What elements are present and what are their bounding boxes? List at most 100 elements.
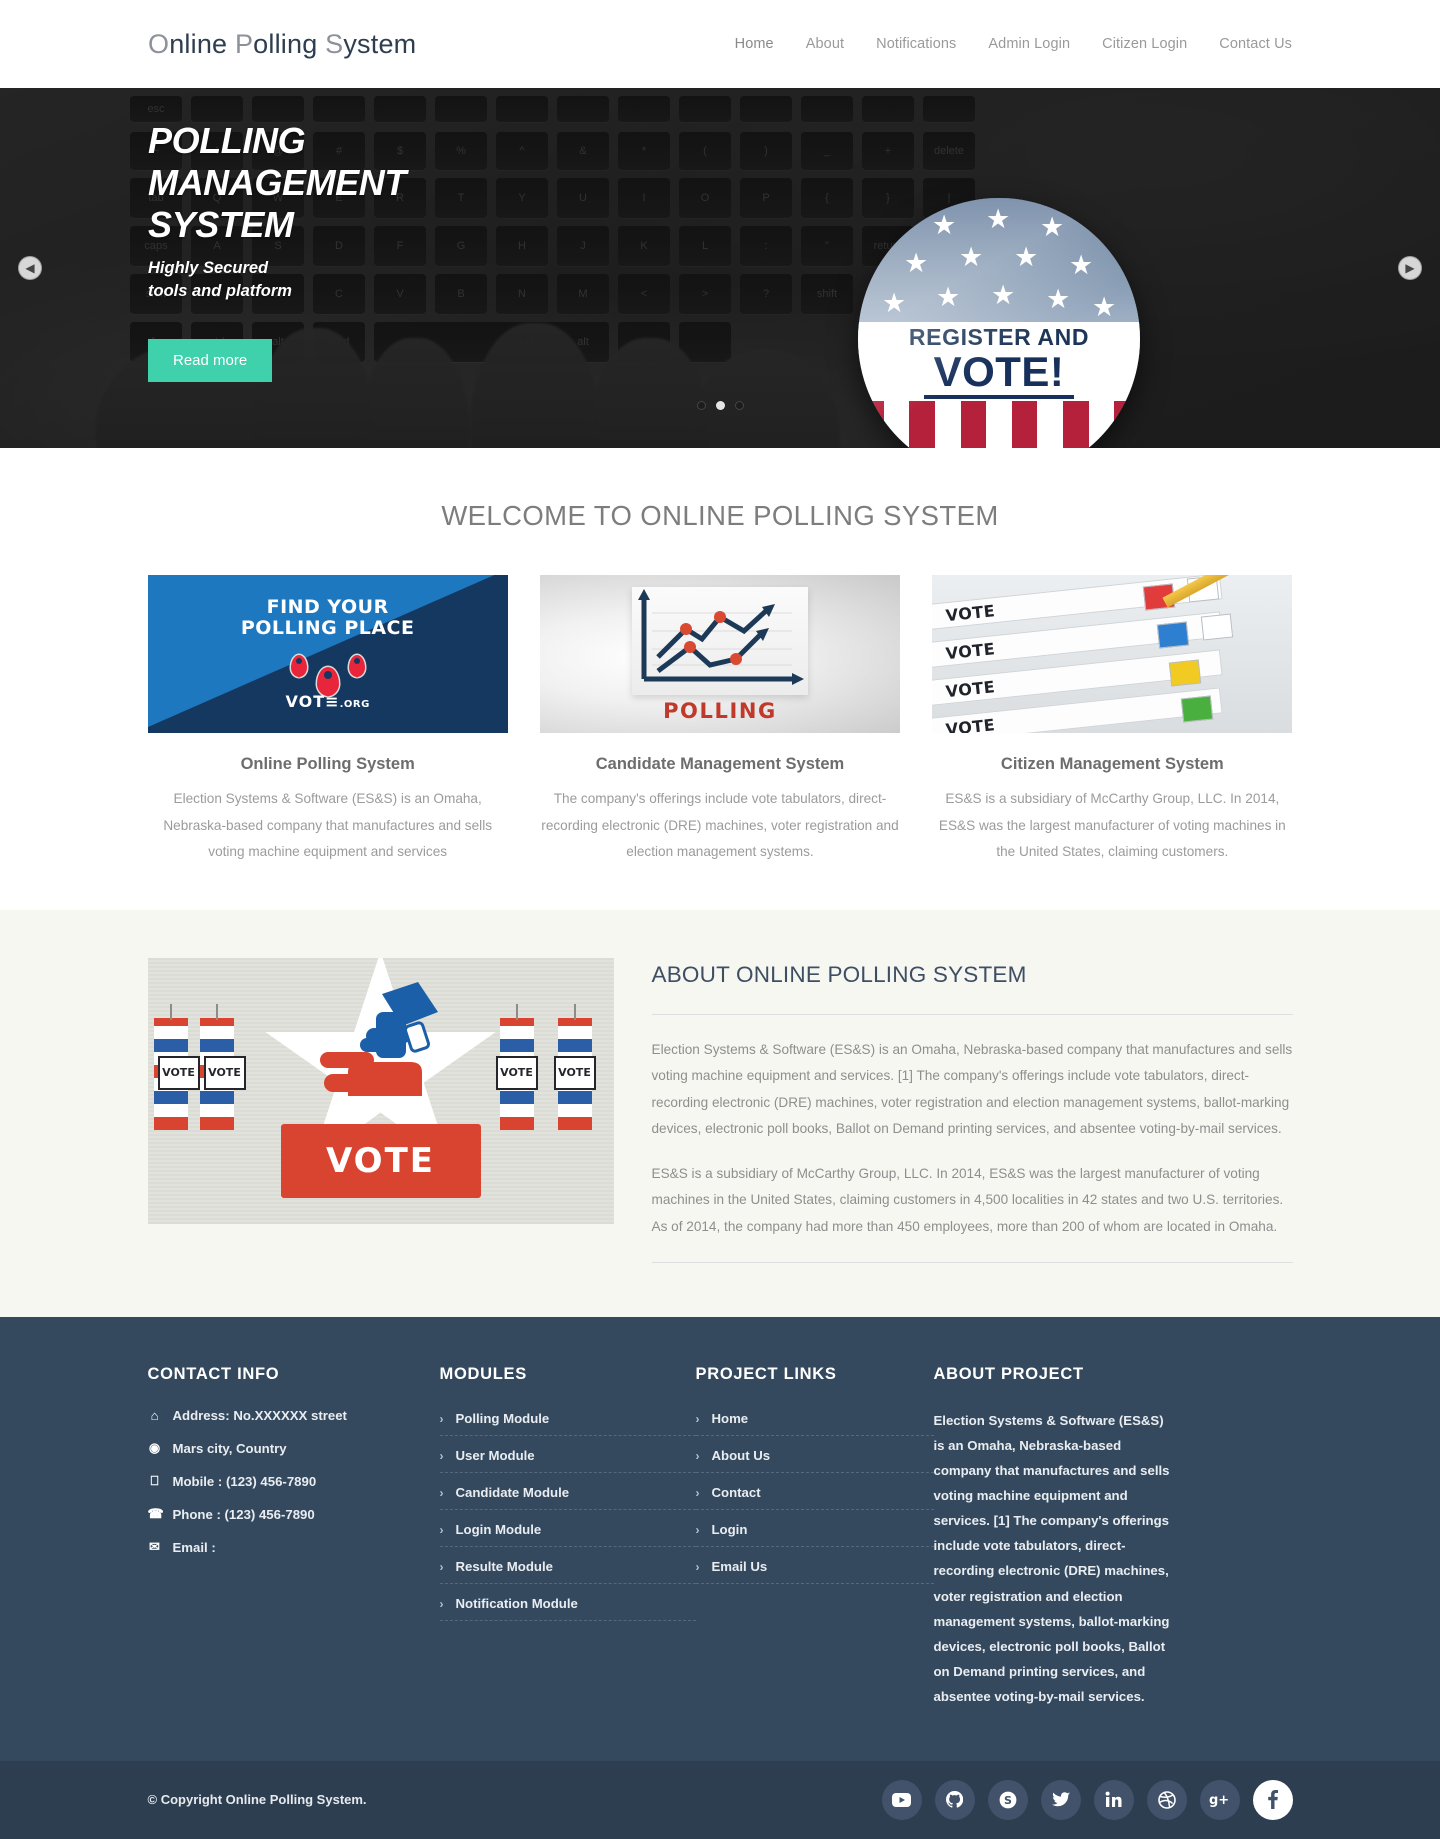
contact-mobile: ⎕ Mobile : (123) 456-7890 [148,1473,440,1489]
nav-item-home[interactable]: Home [735,36,774,52]
footer-project-links: PROJECT LINKS › Home › About Us › Contact ›… [695,1365,934,1709]
footer-link-notification-module[interactable]: › Notification Module [440,1593,696,1620]
about-section: VOTE VOTE VOTE VOTE VOTE ABOUT ONLINE PO… [0,909,1440,1317]
ballot-row-label: VOTE [944,676,997,701]
logo-part-p: P [234,28,254,59]
googleplus-icon[interactable]: g+ [1199,1779,1240,1820]
footer-link-candidate-module[interactable]: › Candidate Module [440,1482,696,1509]
carousel-dot-1[interactable] [696,401,706,410]
logo-part-nline: nline [169,28,235,59]
star-icon: ★ [882,288,907,318]
footer-link-label: Candidate Module [455,1485,570,1500]
card1-brand-suffix: .ORG [339,699,370,710]
chevron-right-icon: › [695,1559,700,1574]
site-header: Online Polling System Home About Notific… [0,0,1440,88]
svg-text:g+: g+ [1209,1793,1229,1807]
nav-item-admin-login[interactable]: Admin Login [988,36,1070,52]
footer-link-email-us[interactable]: › Email Us [696,1556,934,1583]
footer-project-links-heading: PROJECT LINKS [695,1365,837,1383]
badge-text-band: REGISTER AND VOTE! [858,322,1140,402]
card-image-find-your-polling-place: FIND YOUR POLLING PLACE VOT≡.ORG [147,575,508,733]
footer-about-text: Election Systems & Software (ES&S) is an… [933,1413,1170,1704]
about-illustration: VOTE VOTE VOTE VOTE VOTE [147,957,614,1224]
envelope-icon: ✉ [149,1539,160,1554]
footer-link-contact[interactable]: › Contact [696,1482,934,1509]
nav-item-notifications[interactable]: Notifications [876,36,956,52]
hero-subtitle-line-2: tools and platform [148,282,292,301]
carousel-prev-button[interactable]: ◀ [18,256,42,280]
main-navigation: Home About Notifications Admin Login Cit… [735,36,1292,52]
star-icon: ★ [1092,292,1117,322]
chevron-right-icon: › [439,1559,444,1574]
feature-card-online-polling-system[interactable]: FIND YOUR POLLING PLACE VOT≡.ORG Online … [147,575,508,866]
hero-text-block: POLLING MANAGEMENT SYSTEM Highly Secured… [0,88,1440,382]
twitter-icon[interactable] [1040,1779,1081,1820]
card2-caption: POLLING [663,699,777,723]
read-more-button[interactable]: Read more [148,338,273,382]
register-and-vote-badge: ★ ★ ★ ★ ★ ★ ★ ★ ★ ★ ★ ★ REGISTER AND VOT… [858,198,1140,448]
footer-link-polling-module[interactable]: › Polling Module [440,1408,696,1435]
youtube-icon[interactable] [881,1779,922,1820]
chevron-right-icon: › [439,1596,444,1611]
hero-title-line-1: POLLING [148,120,306,161]
contact-email-label: Email : [172,1539,216,1555]
hero-subtitle-line-1: Highly Secured [148,259,269,278]
vote-card: VOTE [157,1055,200,1090]
footer-about-heading: ABOUT PROJECT [933,1365,1084,1383]
footer-link-home[interactable]: › Home [696,1408,934,1435]
badge-line-1: REGISTER AND [908,324,1090,351]
linkedin-icon[interactable] [1093,1779,1134,1820]
carousel-next-button[interactable]: ▶ [1398,256,1422,280]
about-big-vote-label: VOTE [280,1123,481,1198]
page-root: Online Polling System Home About Notific… [0,0,1440,1839]
footer-link-resulte-module[interactable]: › Resulte Module [440,1556,696,1583]
card-image-ballot: VOTE VOTE VOTE VOTE [932,575,1293,733]
ballot-row-label: VOTE [944,600,997,625]
contact-mobile-label: Mobile : (123) 456-7890 [172,1473,317,1489]
list-item: › Candidate Module [439,1482,696,1510]
carousel-dot-2[interactable] [715,401,725,410]
contact-city-label: Mars city, Country [172,1440,287,1456]
footer-link-login[interactable]: › Login [696,1519,934,1546]
svg-text:S: S [1004,1794,1012,1807]
nav-item-about[interactable]: About [806,36,844,52]
star-icon: ★ [959,242,984,272]
map-pin-icon [348,655,365,677]
footer-contact-info: CONTACT INFO ⌂ Address: No.XXXXXX street… [148,1365,440,1709]
nav-item-citizen-login[interactable]: Citizen Login [1102,36,1187,52]
about-paragraph-1: Election Systems & Software (ES&S) is an… [651,1041,1293,1137]
feature-card-citizen-management-system[interactable]: VOTE VOTE VOTE VOTE Citizen Management S… [932,575,1293,866]
github-icon[interactable] [934,1779,975,1820]
badge-stars-field: ★ ★ ★ ★ ★ ★ ★ ★ ★ ★ ★ ★ [858,198,1140,323]
footer-link-user-module[interactable]: › User Module [440,1445,696,1472]
hero-title-line-2: MANAGEMENT [148,161,406,203]
card-image-polling-chart: POLLING [539,575,901,733]
footer-bottom-bar: © Copyright Online Polling System. S g+ [0,1760,1440,1839]
footer-link-label: Resulte Module [455,1559,553,1574]
skype-icon[interactable]: S [987,1779,1028,1820]
chevron-right-icon: › [695,1448,700,1463]
footer-link-label: Polling Module [455,1411,550,1426]
feature-card-candidate-management-system[interactable]: POLLING Candidate Management System The … [539,575,901,866]
ballot-checkbox-yellow [1168,659,1202,687]
hand-dropping-ballot-icon [319,981,438,1096]
card-text: ES&S is a subsidiary of McCarthy Group, … [938,791,1286,859]
card-title: Online Polling System [240,755,415,773]
card-title: Citizen Management System [1000,755,1224,773]
card-text: Election Systems & Software (ES&S) is an… [163,791,493,859]
vote-card: VOTE [203,1055,246,1090]
about-paragraph-2: ES&S is a subsidiary of McCarthy Group, … [651,1165,1284,1234]
contact-address-label: Address: No.XXXXXX street [172,1408,347,1423]
star-icon: ★ [904,248,929,278]
carousel-dot-3[interactable] [734,401,744,410]
star-icon: ★ [1069,250,1094,280]
globe-icon: ◉ [148,1440,161,1455]
dribbble-icon[interactable] [1146,1779,1187,1820]
footer-link-about-us[interactable]: › About Us [696,1445,934,1472]
facebook-icon[interactable] [1252,1779,1293,1820]
hero-carousel: esc~!@#$%^&*()_+deletetabQWERTYUIOP{}|ca… [0,88,1440,448]
footer-link-label: Login [711,1522,748,1537]
nav-item-contact-us[interactable]: Contact Us [1219,36,1292,52]
footer-link-login-module[interactable]: › Login Module [440,1519,696,1546]
site-logo[interactable]: Online Polling System [148,29,416,60]
